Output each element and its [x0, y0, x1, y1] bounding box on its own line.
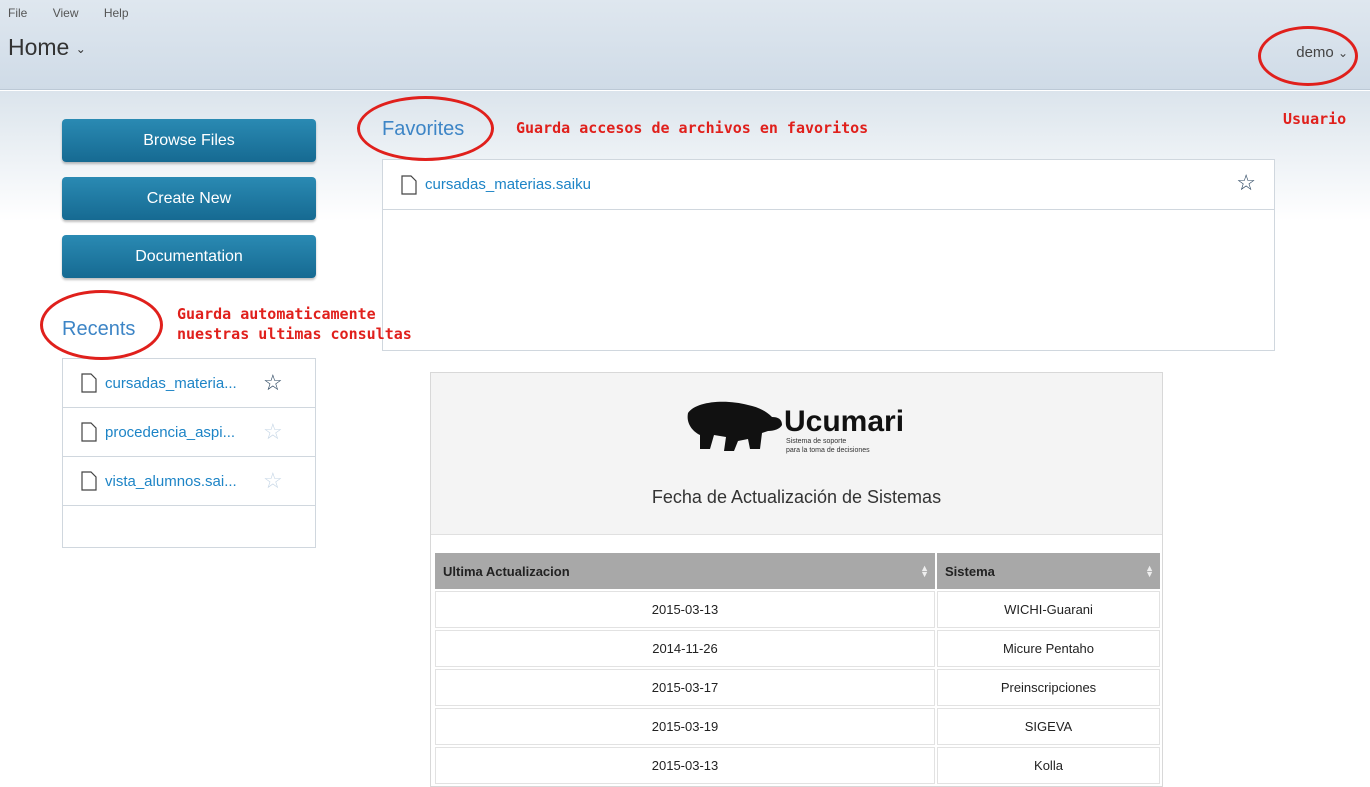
- cell-date: 2015-03-19: [435, 708, 935, 745]
- favorite-item-label: cursadas_materias.saiku: [425, 176, 591, 193]
- column-header-system[interactable]: Sistema ▲ ▼: [937, 553, 1160, 589]
- chevron-down-icon: ⌄: [75, 41, 86, 56]
- list-item[interactable]: cursadas_materia... ☆: [63, 359, 315, 408]
- menu-bar: File View Help: [8, 6, 151, 20]
- star-icon[interactable]: ☆: [263, 372, 283, 394]
- recent-item-label: procedencia_aspi...: [105, 423, 236, 441]
- app-header: File View Help Home ⌄ demo ⌄: [0, 0, 1370, 90]
- cell-system: SIGEVA: [937, 708, 1160, 745]
- file-icon: [81, 471, 97, 491]
- menu-help[interactable]: Help: [104, 6, 129, 20]
- cell-system: Preinscripciones: [937, 669, 1160, 706]
- sort-icon: ▲ ▼: [1145, 563, 1154, 579]
- list-item[interactable]: procedencia_aspi... ☆: [63, 408, 315, 457]
- report-panel: Ucumari Sistema de soporte para la toma …: [430, 372, 1163, 787]
- recent-item-label: vista_alumnos.sai...: [105, 472, 237, 490]
- cell-date: 2014-11-26: [435, 630, 935, 667]
- table-row: 2015-03-19 SIGEVA: [435, 708, 1160, 745]
- user-annotation: Usuario: [1283, 110, 1347, 128]
- user-highlight: [1258, 26, 1358, 86]
- cell-system: WICHI-Guarani: [937, 591, 1160, 628]
- star-icon[interactable]: ☆: [263, 421, 283, 443]
- star-icon[interactable]: ☆: [1236, 172, 1256, 194]
- documentation-button[interactable]: Documentation: [62, 235, 316, 278]
- home-dropdown[interactable]: Home ⌄: [8, 34, 86, 61]
- logo-subtitle-1: Sistema de soporte: [786, 438, 846, 445]
- bear-logo-icon: Ucumari Sistema de soporte para la toma …: [687, 401, 904, 454]
- cell-date: 2015-03-13: [435, 747, 935, 784]
- table-row: 2015-03-13 Kolla: [435, 747, 1160, 784]
- update-table: Ultima Actualizacion ▲ ▼ Sistema ▲ ▼ 2015-…: [433, 551, 1162, 786]
- menu-file[interactable]: File: [8, 6, 27, 20]
- table-row: 2014-11-26 Micure Pentaho: [435, 630, 1160, 667]
- create-new-button[interactable]: Create New: [62, 177, 316, 220]
- cell-system: Micure Pentaho: [937, 630, 1160, 667]
- recents-highlight: [40, 290, 163, 360]
- report-title: Fecha de Actualización de Sistemas: [651, 487, 942, 507]
- recents-annotation-line1: Guarda automaticamente: [177, 305, 376, 323]
- star-icon[interactable]: ☆: [263, 470, 283, 492]
- cell-system: Kolla: [937, 747, 1160, 784]
- file-icon: [81, 373, 97, 393]
- favorites-panel: cursadas_materias.saiku ☆: [382, 159, 1275, 351]
- table-row: 2015-03-13 WICHI-Guarani: [435, 591, 1160, 628]
- recents-annotation-line2: nuestras ultimas consultas: [177, 325, 412, 343]
- cell-date: 2015-03-13: [435, 591, 935, 628]
- favorites-highlight: [357, 96, 494, 161]
- recents-panel: cursadas_materia... ☆ procedencia_aspi..…: [62, 358, 316, 548]
- favorites-annotation: Guarda accesos de archivos en favoritos: [516, 119, 869, 137]
- file-icon: [81, 422, 97, 442]
- file-icon: [401, 174, 417, 195]
- logo-name: Ucumari: [784, 405, 904, 438]
- recent-item-label: cursadas_materia...: [105, 374, 237, 392]
- table-row: 2015-03-17 Preinscripciones: [435, 669, 1160, 706]
- menu-view[interactable]: View: [53, 6, 79, 20]
- sort-icon: ▲ ▼: [920, 563, 929, 579]
- list-item[interactable]: cursadas_materias.saiku ☆: [383, 160, 1274, 210]
- column-header-last-update[interactable]: Ultima Actualizacion ▲ ▼: [435, 553, 935, 589]
- report-header: Ucumari Sistema de soporte para la toma …: [431, 373, 1162, 535]
- cell-date: 2015-03-17: [435, 669, 935, 706]
- browse-files-button[interactable]: Browse Files: [62, 119, 316, 162]
- page-title: Home: [8, 34, 70, 60]
- list-item[interactable]: vista_alumnos.sai... ☆: [63, 457, 315, 506]
- logo-subtitle-2: para la toma de decisiones: [786, 447, 870, 454]
